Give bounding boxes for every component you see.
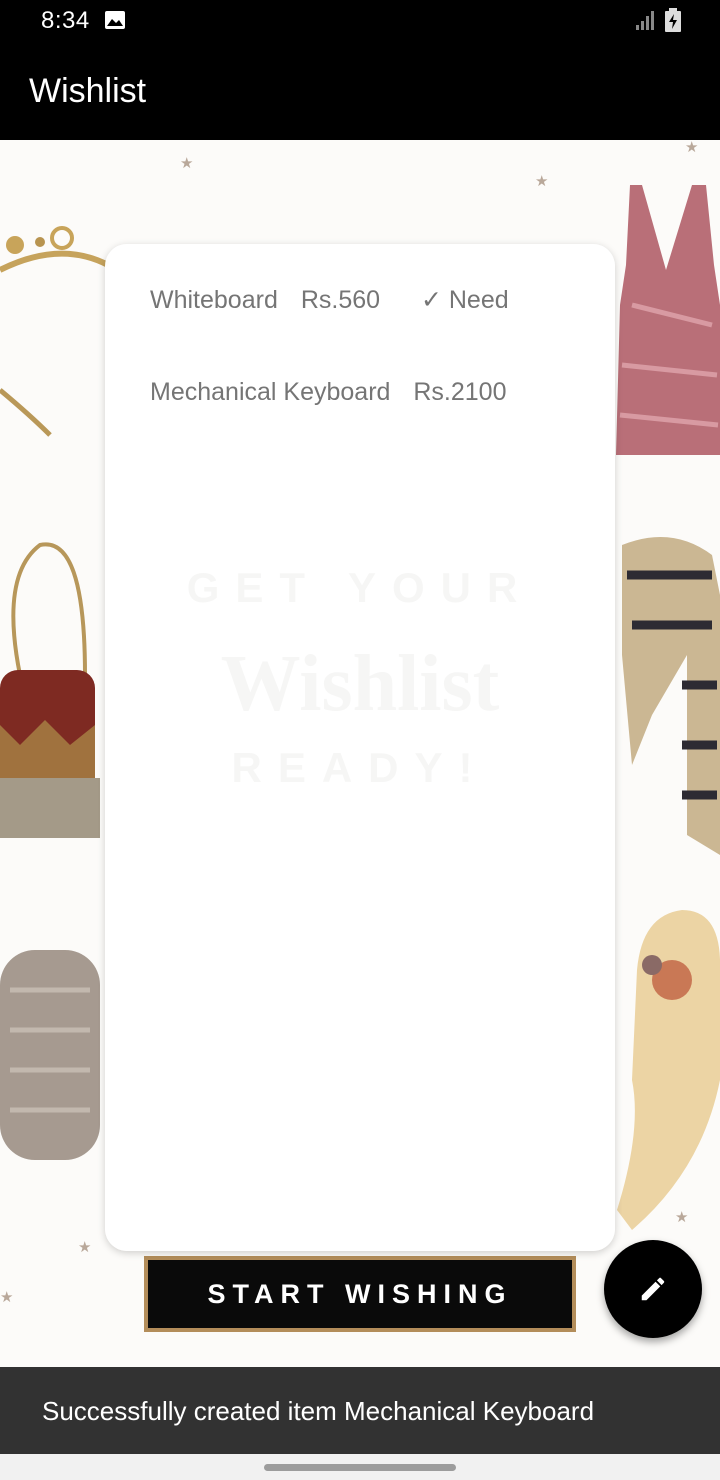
edit-fab-button[interactable] [604, 1240, 702, 1338]
purse-image [0, 542, 100, 838]
item-price: Rs.560 [300, 286, 381, 314]
snackbar-message: Successfully created item Mechanical Key… [42, 1396, 595, 1426]
item-price: Rs.2100 [413, 378, 507, 406]
status-time: 8:34 [41, 7, 90, 34]
snackbar: Successfully created item Mechanical Key… [0, 1367, 720, 1454]
star-decoration: ★ [535, 173, 549, 190]
item-name: Whiteboard [150, 286, 278, 314]
ghost-heading: GET YOUR [186, 564, 534, 611]
status-bar: 8:34 [0, 0, 720, 42]
star-decoration: ★ [685, 140, 699, 156]
ghost-heading: READY! [231, 744, 489, 791]
scarf-image [622, 537, 720, 855]
wishlist-item[interactable]: Whiteboard Rs.560 ✓ Need [150, 285, 509, 315]
item-name: Mechanical Keyboard [150, 378, 391, 406]
hairbrush-image [617, 910, 720, 1230]
wishlist-card: GET YOUR Wishlist READY! Whiteboard Rs.5… [105, 244, 615, 1251]
ghost-heading: Wishlist [220, 640, 500, 728]
page-title: Wishlist [29, 72, 147, 110]
signal-icon [636, 11, 654, 30]
mittens-image [0, 950, 100, 1160]
pencil-icon [641, 1277, 665, 1301]
headband-image [0, 226, 110, 437]
app-bar: Wishlist [0, 42, 720, 140]
home-handle[interactable] [264, 1464, 456, 1471]
dress-image [616, 185, 720, 455]
item-need-tag: ✓ Need [420, 286, 509, 314]
battery-charging-icon [665, 8, 681, 32]
gallery-icon [105, 11, 125, 29]
gesture-nav-bar [0, 1454, 720, 1480]
wishlist-item[interactable]: Mechanical Keyboard Rs.2100 [150, 378, 507, 407]
banner-label: START WISHING [207, 1278, 513, 1309]
start-wishing-banner: START WISHING [144, 1256, 576, 1332]
star-decoration: ★ [0, 1289, 14, 1306]
star-decoration: ★ [78, 1239, 92, 1256]
star-decoration: ★ [180, 155, 194, 172]
